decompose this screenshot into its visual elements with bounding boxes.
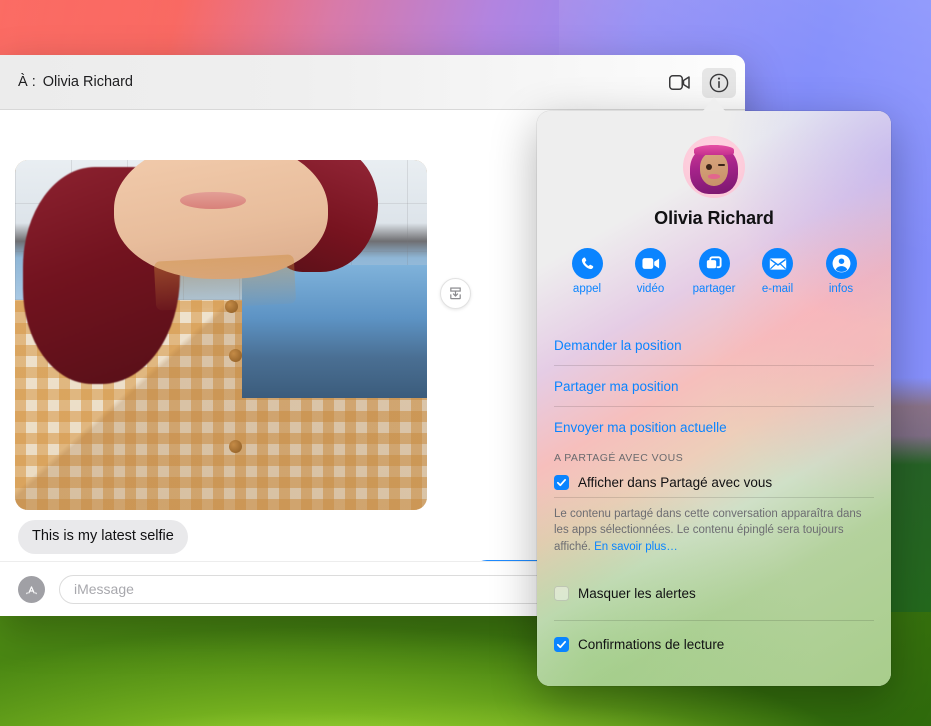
- details-info-button[interactable]: [702, 68, 736, 98]
- checkbox-row-show-in-shared[interactable]: Afficher dans Partagé avec vous: [554, 468, 874, 497]
- popover-content: Olivia Richard appel vidéo: [537, 111, 891, 686]
- person-circle-icon: [832, 254, 851, 273]
- app-store-button[interactable]: [18, 576, 45, 603]
- avatar[interactable]: [683, 136, 745, 198]
- action-call[interactable]: appel: [558, 248, 616, 295]
- learn-more-link[interactable]: En savoir plus…: [594, 541, 678, 553]
- action-email-circle: [762, 248, 793, 279]
- wallpaper-wave: [0, 700, 791, 726]
- info-circle-icon: [709, 73, 729, 93]
- action-video-label: vidéo: [637, 283, 665, 295]
- checkbox-row-hide-alerts[interactable]: Masquer les alertes: [554, 579, 874, 608]
- spacer: [554, 621, 874, 630]
- action-video[interactable]: vidéo: [622, 248, 680, 295]
- checkmark-icon: [556, 477, 567, 488]
- photo-lips: [180, 192, 246, 210]
- action-info-label: infos: [829, 283, 853, 295]
- spacer: [554, 295, 874, 325]
- recipient-field[interactable]: À : Olivia Richard: [18, 74, 133, 90]
- photo-shirt-button: [229, 349, 242, 362]
- envelope-icon: [769, 257, 787, 271]
- action-share-label: partager: [693, 283, 736, 295]
- checkbox-show-in-shared[interactable]: [554, 475, 569, 490]
- to-label: À :: [18, 74, 36, 90]
- menu-item-send-current-location[interactable]: Envoyer ma position actuelle: [554, 407, 874, 447]
- action-share[interactable]: partager: [685, 248, 743, 295]
- action-video-circle: [635, 248, 666, 279]
- action-info-circle: [826, 248, 857, 279]
- phone-icon: [579, 255, 596, 272]
- imessage-placeholder: iMessage: [74, 581, 134, 597]
- spacer: [554, 557, 874, 579]
- memoji-eye-winking: [718, 164, 725, 166]
- photo-shirt-button: [225, 300, 238, 313]
- action-email[interactable]: e-mail: [749, 248, 807, 295]
- share-windows-icon: [706, 256, 723, 272]
- menu-item-share-location[interactable]: Partager ma position: [554, 366, 874, 406]
- checkbox-read-receipts[interactable]: [554, 637, 569, 652]
- contact-details-popover: Olivia Richard appel vidéo: [537, 111, 891, 686]
- action-info[interactable]: infos: [812, 248, 870, 295]
- shared-with-you-header: A PARTAGÉ AVEC VOUS: [554, 447, 874, 468]
- save-photo-button[interactable]: [440, 278, 471, 309]
- photo-shirt-button: [229, 440, 242, 453]
- video-camera-icon: [642, 257, 660, 270]
- memoji-headband: [694, 145, 734, 155]
- facetime-button[interactable]: [662, 68, 696, 98]
- app-store-icon: [24, 582, 39, 597]
- video-camera-icon: [669, 75, 690, 90]
- window-titlebar: À : Olivia Richard: [0, 55, 745, 110]
- memoji-face: [700, 152, 729, 185]
- quick-actions-row: appel vidéo partager: [554, 248, 874, 295]
- checkbox-row-read-receipts[interactable]: Confirmations de lecture: [554, 630, 874, 659]
- avatar-row: [554, 111, 874, 198]
- shared-with-you-note: Le contenu partagé dans cette conversati…: [554, 498, 874, 557]
- popover-arrow: [703, 97, 725, 111]
- memoji-mouth: [708, 174, 720, 178]
- spacer: [554, 608, 874, 620]
- checkbox-label-show-in-shared: Afficher dans Partagé avec vous: [578, 475, 772, 490]
- checkbox-hide-alerts[interactable]: [554, 586, 569, 601]
- recipient-name: Olivia Richard: [43, 74, 133, 90]
- download-tray-icon: [448, 286, 463, 301]
- memoji-eye: [706, 164, 712, 170]
- checkbox-label-read-receipts: Confirmations de lecture: [578, 637, 724, 652]
- checkbox-label-hide-alerts: Masquer les alertes: [578, 586, 696, 601]
- contact-name: Olivia Richard: [554, 208, 874, 229]
- action-call-circle: [572, 248, 603, 279]
- photo-image: [15, 160, 427, 510]
- checkmark-icon: [556, 639, 567, 650]
- action-call-label: appel: [573, 283, 601, 295]
- action-share-circle: [699, 248, 730, 279]
- message-bubble-received[interactable]: This is my latest selfie: [18, 520, 188, 554]
- attached-photo[interactable]: [15, 160, 427, 510]
- menu-item-request-location[interactable]: Demander la position: [554, 325, 874, 365]
- action-email-label: e-mail: [762, 283, 793, 295]
